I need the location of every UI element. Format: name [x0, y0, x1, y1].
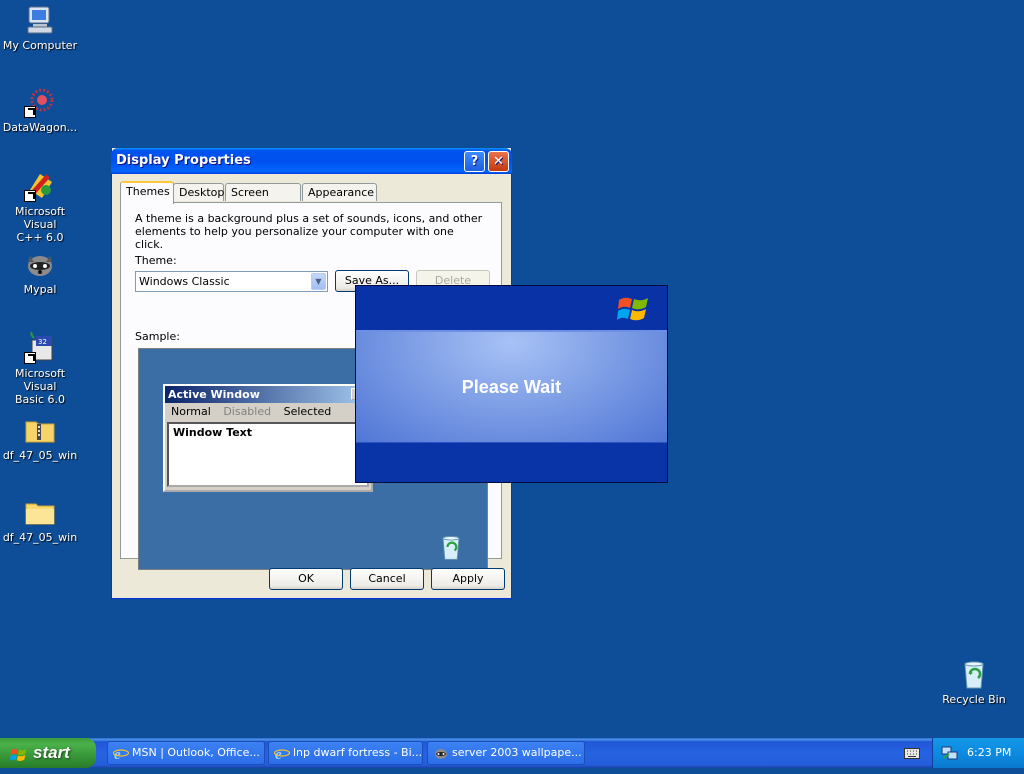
sample-window-title-text: Active Window — [168, 388, 260, 401]
visual-cpp-icon — [24, 170, 56, 202]
datawagon-icon — [24, 86, 56, 118]
svg-text:e: e — [275, 747, 282, 761]
desktop-icon-recycle-bin[interactable]: Recycle Bin — [934, 658, 1014, 706]
start-label: start — [33, 743, 70, 762]
shortcut-arrow-icon — [24, 106, 36, 118]
splash-footer — [356, 442, 667, 482]
system-tray: 6:23 PM — [932, 738, 1024, 768]
shortcut-arrow-icon — [24, 352, 36, 364]
theme-label: Theme: — [135, 254, 177, 267]
taskbar-item-wallpaper[interactable]: server 2003 wallpape... — [427, 741, 585, 765]
ie-icon: e — [112, 745, 130, 763]
svg-text:e: e — [114, 747, 121, 761]
desktop-icon-label: df_47_05_win — [2, 449, 78, 462]
sample-active-window: Active Window _ Normal Disabled Selected… — [163, 384, 373, 492]
desktop-icon-label: DataWagon... — [2, 121, 78, 134]
sample-menu-bar: Normal Disabled Selected — [165, 403, 371, 420]
desktop-icon-datawagon[interactable]: DataWagon... — [0, 86, 80, 134]
desktop-icon-df-folder[interactable]: df_47_05_win — [0, 496, 80, 544]
taskbar-item-label: MSN | Outlook, Office... — [132, 746, 260, 759]
close-button[interactable]: ✕ — [488, 151, 509, 172]
chevron-down-icon[interactable]: ▼ — [311, 273, 326, 290]
window-title: Display Properties — [116, 153, 251, 168]
tab-screen-saver[interactable]: Screen Saver — [225, 183, 301, 217]
tab-desktop[interactable]: Desktop — [173, 183, 224, 201]
desktop-icon-label: Microsoft Visual Basic 6.0 — [14, 367, 66, 406]
please-wait-dialog: Please Wait — [355, 285, 668, 483]
shortcut-arrow-icon — [24, 190, 36, 202]
apply-button[interactable]: Apply — [431, 568, 505, 590]
raccoon-icon — [24, 248, 56, 280]
taskbar: start e MSN | Outlook, Office... e lnp d… — [0, 738, 1024, 768]
windows-flag-icon — [10, 744, 28, 762]
taskbar-item-msn[interactable]: e MSN | Outlook, Office... — [107, 741, 265, 765]
svg-text:32: 32 — [38, 338, 47, 346]
desktop-icon-label: df_47_05_win — [2, 531, 78, 544]
tab-themes[interactable]: Themes — [120, 181, 174, 204]
splash-body: Please Wait — [356, 332, 667, 442]
ie-icon: e — [273, 745, 291, 763]
zip-folder-icon — [24, 414, 56, 446]
tab-appearance[interactable]: Appearance — [302, 183, 377, 201]
windows-logo-icon — [617, 294, 651, 324]
network-icon[interactable] — [941, 745, 959, 764]
theme-description: A theme is a background plus a set of so… — [135, 212, 483, 251]
sample-window-text: Window Text — [167, 422, 369, 487]
ok-button[interactable]: OK — [269, 568, 343, 590]
desktop-icon-label: Mypal — [23, 283, 57, 296]
sample-label: Sample: — [135, 330, 180, 343]
desktop-icon-df-zip[interactable]: df_47_05_win — [0, 414, 80, 462]
cancel-button[interactable]: Cancel — [350, 568, 424, 590]
keyboard-icon[interactable] — [904, 746, 920, 759]
start-button[interactable]: start — [0, 738, 96, 768]
desktop-icon-mypal[interactable]: Mypal — [0, 248, 80, 296]
help-button[interactable]: ? — [464, 151, 485, 172]
taskbar-item-label: server 2003 wallpape... — [452, 746, 582, 759]
mypal-icon — [433, 745, 449, 761]
sample-menu-disabled: Disabled — [223, 405, 272, 418]
desktop-icon-visual-cpp[interactable]: Microsoft Visual C++ 6.0 — [0, 170, 80, 244]
please-wait-text: Please Wait — [461, 376, 562, 397]
theme-dropdown[interactable]: Windows Classic ▼ — [135, 271, 328, 292]
window-title-bar[interactable]: Display Properties ? ✕ — [111, 148, 512, 174]
taskbar-item-dwarf-fortress[interactable]: e lnp dwarf fortress - Bi... — [268, 741, 423, 765]
recycle-bin-icon — [958, 658, 990, 690]
folder-icon — [24, 496, 56, 528]
visual-basic-icon: 32 — [24, 331, 56, 364]
desktop-icon-my-computer[interactable]: My Computer — [0, 4, 80, 52]
sample-window-title: Active Window _ — [165, 386, 371, 403]
desktop-icon-label: My Computer — [2, 39, 78, 52]
recycle-bin-icon — [437, 533, 465, 561]
desktop-icon-visual-basic[interactable]: 32 Microsoft Visual Basic 6.0 — [0, 331, 80, 406]
sample-menu-selected: Selected — [283, 405, 332, 418]
desktop-icon-label: Recycle Bin — [942, 693, 1006, 706]
clock[interactable]: 6:23 PM — [967, 738, 1011, 768]
theme-dropdown-value: Windows Classic — [139, 275, 230, 288]
splash-header — [356, 286, 667, 332]
desktop-icon-label: Microsoft Visual C++ 6.0 — [14, 205, 66, 244]
computer-icon — [24, 4, 56, 36]
taskbar-item-label: lnp dwarf fortress - Bi... — [293, 746, 423, 759]
sample-menu-normal: Normal — [171, 405, 211, 418]
